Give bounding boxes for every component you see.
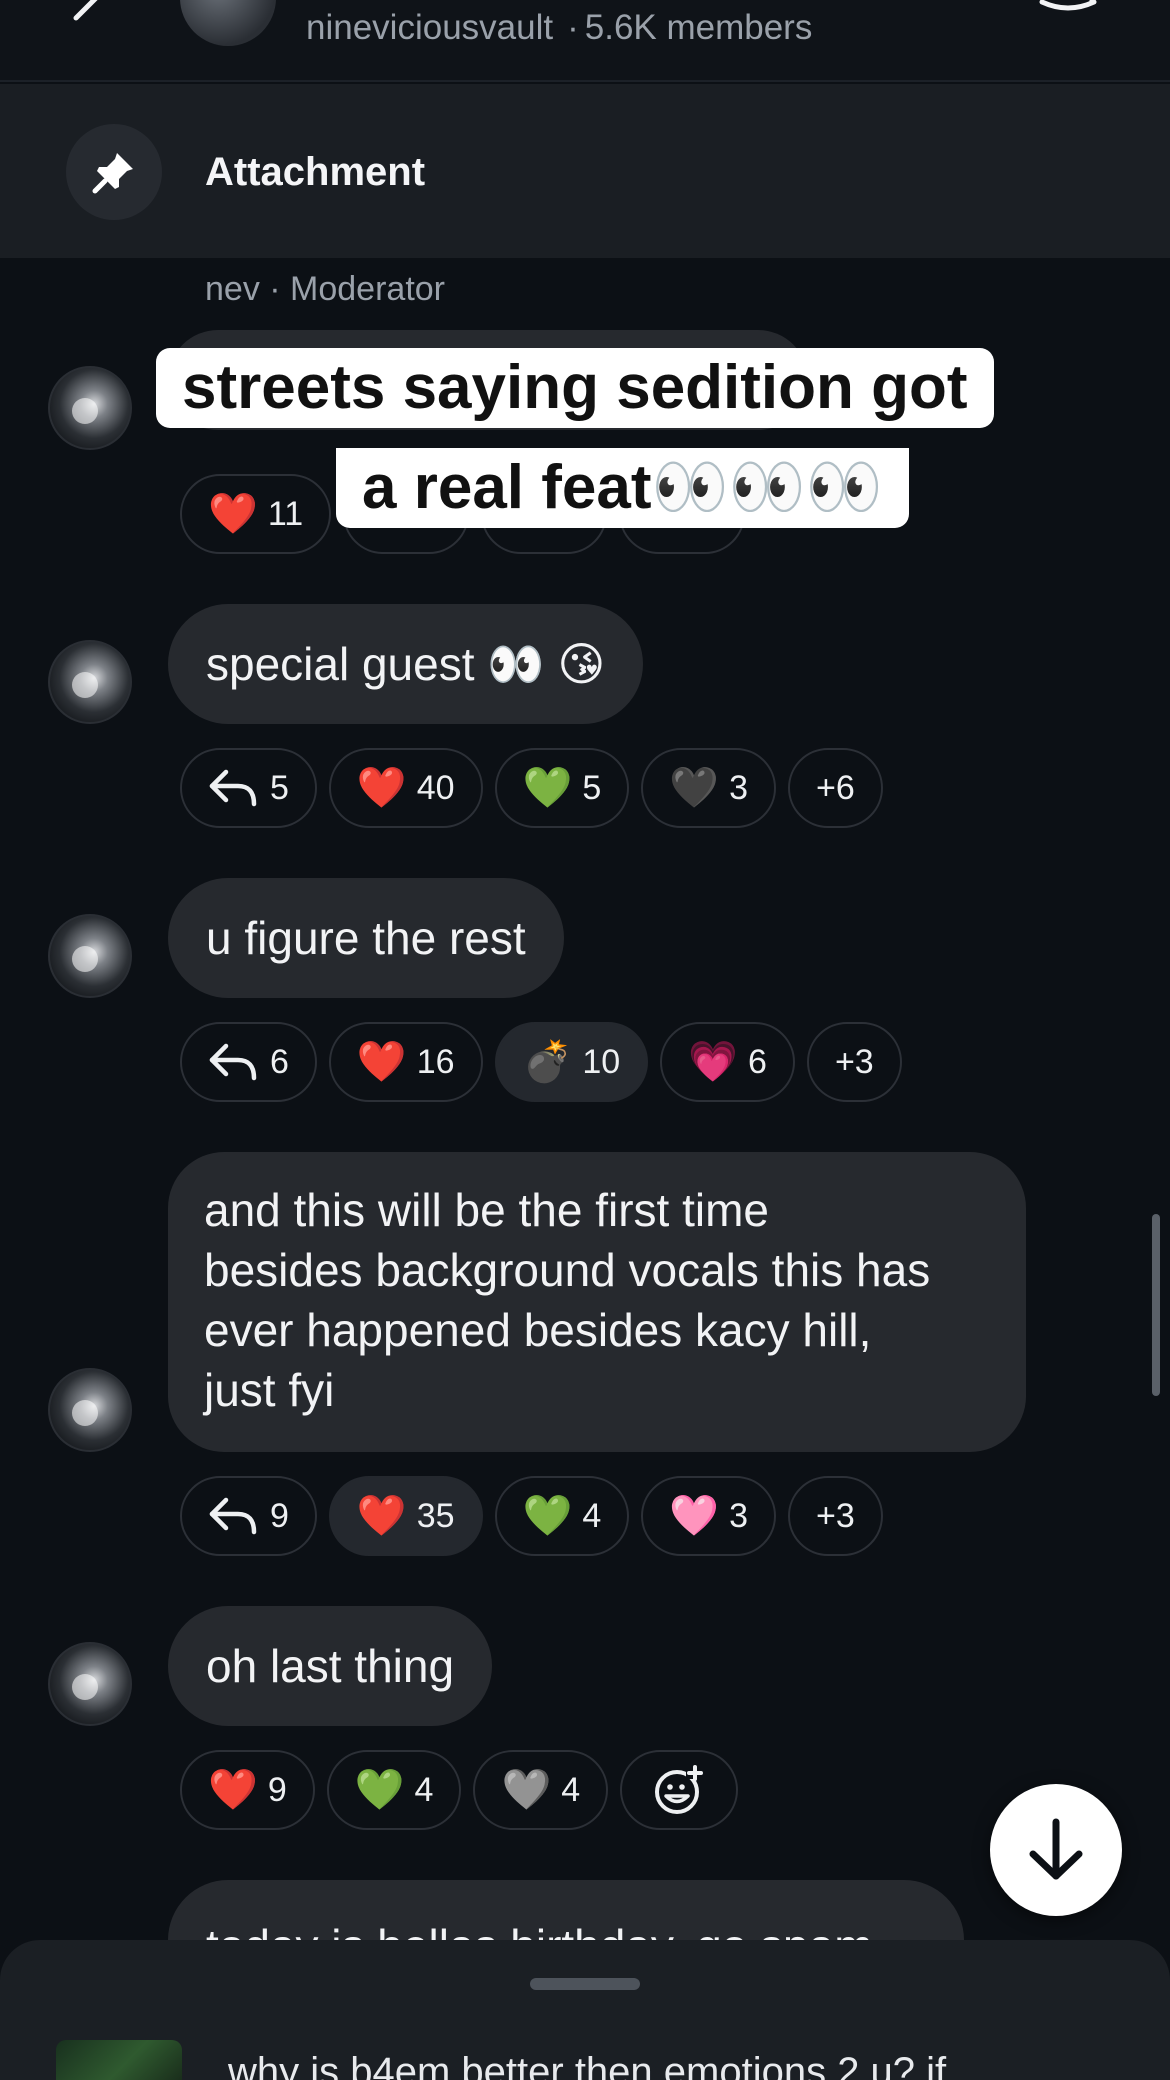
- reaction-pill[interactable]: ❤️ 16: [328, 1022, 483, 1102]
- reaction-count: 4: [414, 1770, 434, 1809]
- reaction-pill[interactable]: 💗 6: [660, 1022, 795, 1102]
- reaction-pill[interactable]: ❤️ 11: [180, 474, 332, 554]
- more-reactions-pill[interactable]: +3: [788, 1476, 883, 1556]
- more-reactions-pill[interactable]: +3: [806, 1022, 902, 1102]
- message-bubble[interactable]: special guest 👀 😘: [168, 604, 644, 724]
- reaction-count: 5: [270, 768, 289, 807]
- reaction-count: 40: [416, 768, 455, 807]
- reply-count-pill[interactable]: 9: [180, 1476, 317, 1556]
- reaction-count: 16: [416, 1042, 455, 1081]
- message-text: u figure the rest: [206, 912, 526, 964]
- heart-black-icon: 🖤: [669, 766, 720, 810]
- reaction-count: 10: [582, 1042, 621, 1081]
- reaction-pill[interactable]: 💚 5: [494, 748, 630, 828]
- avatar[interactable]: [48, 914, 132, 998]
- sheet-drag-handle[interactable]: [530, 1978, 640, 1990]
- reaction-pill[interactable]: ❤️ 9: [180, 1750, 315, 1830]
- reaction-count: +3: [816, 1496, 855, 1535]
- heart-pink-icon: 🩷: [669, 1494, 720, 1538]
- reaction-row: 5 ❤️ 40 💚 5 🖤 3 +6: [180, 748, 883, 828]
- reaction-pill-selected[interactable]: ❤️ 35: [328, 1476, 483, 1556]
- message-line: and this will be the first time: [204, 1184, 770, 1236]
- reply-icon: [209, 1043, 257, 1081]
- message-bubble[interactable]: oh last thing: [168, 1606, 493, 1726]
- heart-red-icon: ❤️: [356, 1040, 407, 1084]
- scrollbar[interactable]: [1152, 1214, 1160, 1396]
- bomb-icon: 💣: [522, 1040, 573, 1084]
- pinned-title: Attachment: [205, 150, 426, 194]
- preview-thumbnail[interactable]: [56, 2040, 182, 2080]
- heart-red-icon: ❤️: [356, 1494, 407, 1538]
- overlay-caption-line-1: streets saying sedition got: [156, 348, 994, 428]
- reaction-count: 4: [561, 1770, 581, 1809]
- reaction-pill[interactable]: 🩶 4: [473, 1750, 609, 1830]
- more-reactions-pill[interactable]: +6: [788, 748, 883, 828]
- reaction-count: 3: [729, 1496, 749, 1535]
- reaction-pill[interactable]: 🩷 3: [641, 1476, 777, 1556]
- add-reaction-button[interactable]: [620, 1750, 739, 1830]
- message-line: just fyi: [204, 1364, 335, 1416]
- reaction-count: 6: [748, 1042, 767, 1081]
- group-meta[interactable]: nineviciousvault · 5.6K members: [306, 8, 812, 48]
- scroll-to-bottom-button[interactable]: [990, 1784, 1122, 1916]
- add-reaction-icon: [655, 1765, 705, 1814]
- message-bubble[interactable]: u figure the rest: [168, 878, 564, 998]
- reaction-pill[interactable]: 🖤 3: [641, 748, 777, 828]
- reaction-count: 9: [270, 1496, 289, 1535]
- group-name: nineviciousvault: [306, 8, 554, 47]
- reaction-count: 35: [416, 1496, 455, 1535]
- reaction-count: 4: [582, 1496, 602, 1535]
- separator-dot: ·: [567, 8, 579, 47]
- heart-red-icon: ❤️: [208, 1768, 258, 1812]
- heart-green-icon: 💚: [522, 766, 573, 810]
- heart-red-icon: ❤️: [208, 492, 258, 536]
- reply-count-pill[interactable]: 5: [180, 748, 317, 828]
- bell-icon[interactable]: [1036, 0, 1100, 36]
- message-text: special guest 👀 😘: [206, 638, 606, 690]
- heart-pink-sparkle-icon: 💗: [688, 1040, 739, 1084]
- reaction-pill-selected[interactable]: 💣 10: [494, 1022, 649, 1102]
- reply-icon: [209, 769, 257, 807]
- pin-icon: [66, 124, 162, 220]
- arrow-down-icon: [1029, 1818, 1083, 1880]
- message-line: ever happened besides kacy hill,: [204, 1304, 872, 1356]
- avatar[interactable]: [48, 366, 132, 450]
- reaction-count: +3: [834, 1042, 874, 1081]
- chat-header: nineviciousvault · 5.6K members: [0, 0, 1170, 82]
- avatar[interactable]: [48, 640, 132, 724]
- reaction-pill[interactable]: 💚 4: [326, 1750, 462, 1830]
- message-bubble[interactable]: and this will be the first time besides …: [168, 1152, 1026, 1452]
- heart-red-icon: ❤️: [356, 766, 407, 810]
- reaction-pill[interactable]: 💚 4: [494, 1476, 630, 1556]
- reaction-count: 3: [729, 768, 749, 807]
- reaction-count: 11: [267, 494, 304, 533]
- pinned-message-bar[interactable]: Attachment: [0, 84, 1170, 258]
- message-line: besides background vocals this has: [204, 1244, 931, 1296]
- reaction-row: 6 ❤️ 16 💣 10 💗 6 +3: [180, 1022, 902, 1102]
- heart-green-icon: 💚: [354, 1768, 405, 1812]
- bottom-sheet[interactable]: why is b4em better then emotions 2 u? if: [0, 1940, 1170, 2080]
- group-avatar[interactable]: [180, 0, 276, 46]
- heart-grey-icon: 🩶: [501, 1768, 552, 1812]
- back-arrow-icon[interactable]: [70, 0, 116, 26]
- avatar[interactable]: [48, 1368, 132, 1452]
- heart-green-icon: 💚: [522, 1494, 573, 1538]
- reaction-count: 5: [582, 768, 602, 807]
- reply-icon: [209, 1497, 257, 1535]
- reply-count-pill[interactable]: 6: [180, 1022, 317, 1102]
- reaction-count: 9: [267, 1770, 287, 1809]
- reaction-count: 6: [270, 1042, 289, 1081]
- message-text: and this will be the first time besides …: [204, 1180, 930, 1420]
- reaction-count: +6: [816, 768, 855, 807]
- overlay-caption-line-2: a real feat👀👀👀: [336, 448, 910, 528]
- avatar[interactable]: [48, 1642, 132, 1726]
- sender-label: nev · Moderator: [205, 270, 445, 308]
- reaction-pill[interactable]: ❤️ 40: [328, 748, 483, 828]
- reaction-row: 9 ❤️ 35 💚 4 🩷 3 +3: [180, 1476, 883, 1556]
- reaction-row: ❤️ 9 💚 4 🩶 4: [180, 1750, 739, 1830]
- message-text: oh last thing: [206, 1640, 455, 1692]
- preview-text: why is b4em better then emotions 2 u? if: [228, 2050, 947, 2080]
- member-count: 5.6K members: [584, 8, 813, 47]
